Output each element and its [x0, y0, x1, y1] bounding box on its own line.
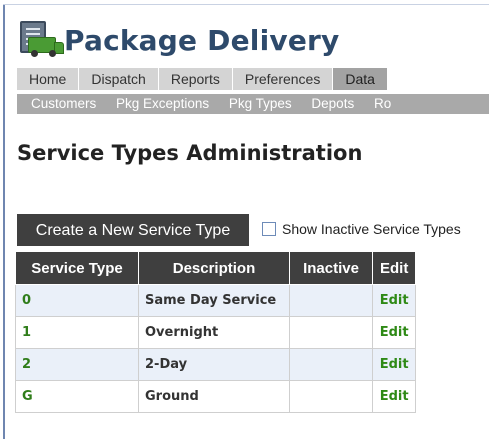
- edit-link[interactable]: Edit: [371, 348, 417, 381]
- service-type-code: 1: [15, 316, 139, 349]
- main-tabs: Home Dispatch Reports Preferences Data: [17, 68, 388, 90]
- package-truck-icon: [14, 20, 64, 60]
- table-row: G Ground Edit: [15, 380, 417, 413]
- tab-home[interactable]: Home: [17, 68, 80, 90]
- subnav-pkg-types[interactable]: Pkg Types: [229, 94, 292, 114]
- service-type-inactive: [289, 380, 373, 413]
- service-type-description: Overnight: [138, 316, 290, 349]
- column-header-service-type[interactable]: Service Type: [15, 251, 139, 285]
- subnav-depots[interactable]: Depots: [311, 94, 354, 114]
- table-row: 1 Overnight Edit: [15, 316, 417, 349]
- show-inactive-checkbox[interactable]: [262, 222, 276, 236]
- service-type-description: 2-Day: [138, 348, 290, 381]
- table-header-row: Service Type Description Inactive Edit: [15, 251, 417, 285]
- service-type-inactive: [289, 348, 373, 381]
- create-service-type-button[interactable]: Create a New Service Type: [17, 214, 249, 246]
- table-row: 0 Same Day Service Edit: [15, 284, 417, 317]
- edit-link[interactable]: Edit: [371, 284, 417, 317]
- column-header-edit: Edit: [371, 251, 417, 285]
- service-type-inactive: [289, 284, 373, 317]
- app-title: Package Delivery: [64, 23, 340, 57]
- subnav-routes[interactable]: Ro: [374, 94, 391, 114]
- edit-link[interactable]: Edit: [371, 316, 417, 349]
- page-title: Service Types Administration: [17, 141, 363, 165]
- service-type-description: Same Day Service: [138, 284, 290, 317]
- edit-link[interactable]: Edit: [371, 380, 417, 413]
- tab-dispatch[interactable]: Dispatch: [79, 68, 159, 90]
- app-header: Package Delivery: [14, 20, 340, 60]
- column-header-description[interactable]: Description: [138, 251, 290, 285]
- subnav-customers[interactable]: Customers: [31, 94, 96, 114]
- tab-preferences[interactable]: Preferences: [232, 68, 334, 90]
- page-top-border: [3, 4, 489, 5]
- page-left-border: [3, 4, 5, 439]
- service-type-description: Ground: [138, 380, 290, 413]
- service-type-code: G: [15, 380, 139, 413]
- sub-navigation: Customers Pkg Exceptions Pkg Types Depot…: [17, 94, 489, 114]
- service-type-code: 0: [15, 284, 139, 317]
- service-type-inactive: [289, 316, 373, 349]
- tab-reports[interactable]: Reports: [158, 68, 233, 90]
- service-type-code: 2: [15, 348, 139, 381]
- subnav-pkg-exceptions[interactable]: Pkg Exceptions: [116, 94, 209, 114]
- tab-data[interactable]: Data: [333, 68, 388, 90]
- show-inactive-label: Show Inactive Service Types: [282, 221, 461, 237]
- table-row: 2 2-Day Edit: [15, 348, 417, 381]
- service-types-table: Service Type Description Inactive Edit 0…: [15, 251, 417, 413]
- column-header-inactive[interactable]: Inactive: [289, 251, 373, 285]
- show-inactive-toggle[interactable]: Show Inactive Service Types: [262, 221, 461, 237]
